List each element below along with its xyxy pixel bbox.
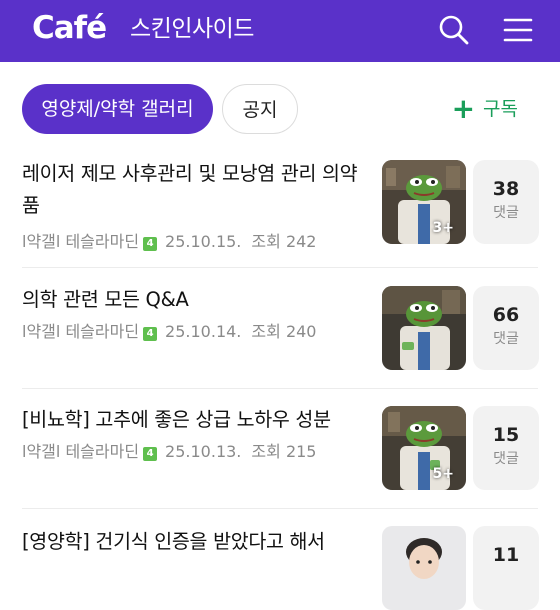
image-count: 5+ [432, 466, 454, 482]
post-thumbnail[interactable] [382, 286, 466, 370]
comment-count: 38 [492, 178, 520, 200]
comment-count-box[interactable]: 11 [473, 526, 539, 610]
post-title[interactable]: 레이저 제모 사후관리 및 모낭염 관리 의약품 [22, 158, 362, 222]
board-tag: l약갤l [22, 442, 61, 461]
comment-label: 댓글 [493, 205, 519, 221]
tab-supplement-gallery[interactable]: 영양제/약학 갤러리 [22, 84, 213, 134]
post-date: 25.10.13. [165, 442, 242, 461]
board-tag: l약갤l [22, 322, 61, 341]
author-name: 테슬라마딘 [65, 442, 140, 461]
views-count: 242 [285, 232, 317, 251]
post-title[interactable]: [영양학] 건기식 인증을 받았다고 해서 [22, 526, 362, 558]
level-badge: 4 [143, 237, 158, 251]
views-label: 조회 [251, 322, 281, 341]
author-name: 테슬라마딘 [65, 232, 140, 251]
subscribe-button[interactable]: + 구독 [452, 84, 518, 134]
post-title[interactable]: 의학 관련 모든 Q&A [22, 284, 362, 316]
comment-count: 15 [492, 424, 520, 446]
divider [22, 388, 538, 389]
comment-label: 댓글 [493, 451, 519, 467]
comment-count-box[interactable]: 38 댓글 [473, 160, 539, 244]
post-thumbnail[interactable] [382, 526, 466, 610]
hamburger-menu-icon[interactable] [500, 12, 536, 48]
tab-notice[interactable]: 공지 [222, 84, 298, 134]
comment-count-box[interactable]: 66 댓글 [473, 286, 539, 370]
post-meta: l약갤l 테슬라마딘 4 25.10.14. 조회 240 [22, 320, 316, 344]
cafe-name[interactable]: 스킨인사이드 [130, 12, 254, 46]
views-count: 215 [285, 442, 317, 461]
board-tag: l약갤l [22, 232, 61, 251]
post-thumbnail[interactable]: 5+ [382, 406, 466, 490]
image-count: 3+ [432, 220, 454, 236]
post-thumbnail[interactable]: 3+ [382, 160, 466, 244]
divider [22, 508, 538, 509]
comment-count-box[interactable]: 15 댓글 [473, 406, 539, 490]
author-name: 테슬라마딘 [65, 322, 140, 341]
post-date: 25.10.15. [165, 232, 242, 251]
board-tabs: 영양제/약학 갤러리 공지 + 구독 [0, 62, 560, 152]
subscribe-label: 구독 [483, 98, 518, 120]
cafe-logo[interactable]: Café [32, 8, 107, 48]
plus-icon: + [451, 92, 476, 125]
comment-count: 66 [492, 304, 520, 326]
comment-count: 11 [492, 544, 520, 566]
level-badge: 4 [143, 447, 158, 461]
comment-label: 댓글 [493, 331, 519, 347]
post-title[interactable]: [비뇨학] 고추에 좋은 상급 노하우 성분 [22, 404, 362, 436]
post-meta: l약갤l 테슬라마딘 4 25.10.15. 조회 242 [22, 230, 316, 254]
views-label: 조회 [251, 442, 281, 461]
post-meta: l약갤l 테슬라마딘 4 25.10.13. 조회 215 [22, 440, 316, 464]
divider [22, 267, 538, 268]
views-label: 조회 [251, 232, 281, 251]
level-badge: 4 [143, 327, 158, 341]
views-count: 240 [285, 322, 317, 341]
post-date: 25.10.14. [165, 322, 242, 341]
app-header: Café 스킨인사이드 [0, 0, 560, 62]
search-icon[interactable] [436, 12, 472, 48]
